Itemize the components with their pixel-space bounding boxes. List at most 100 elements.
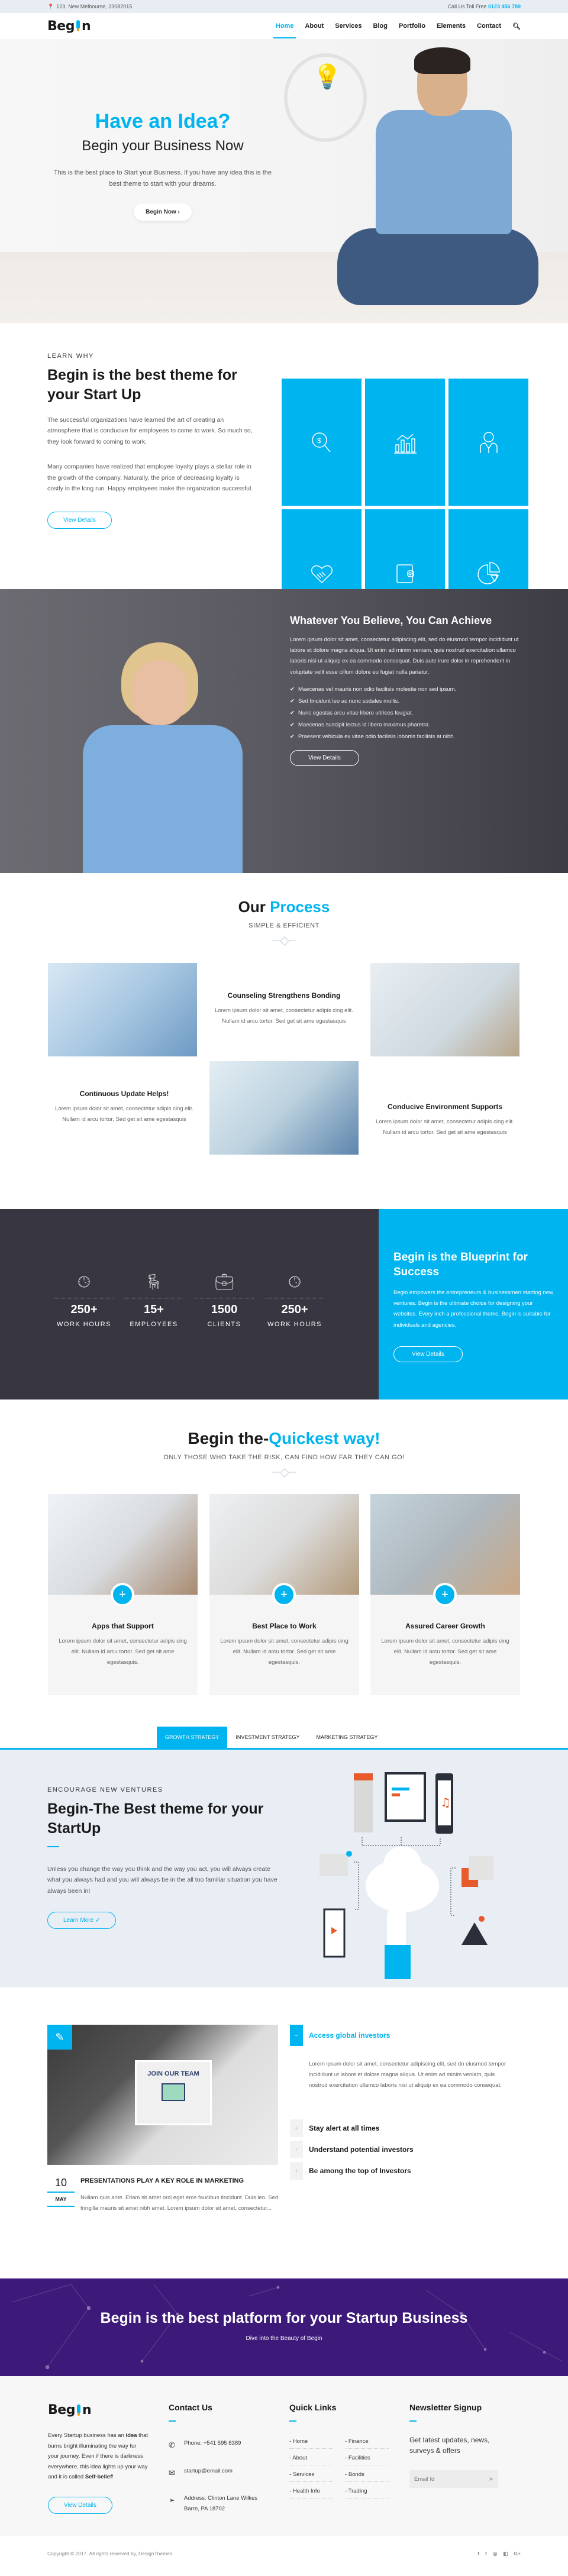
phone-icon: ✆: [169, 2441, 175, 2449]
accordion-item-understand-investors[interactable]: + Understand potential investors: [290, 2141, 515, 2159]
plus-button[interactable]: +: [111, 1583, 134, 1607]
paper-plane-icon: ➢: [169, 2496, 175, 2505]
check-icon: ✔: [290, 733, 295, 740]
divider-ornament: [272, 1469, 296, 1475]
svg-text:$: $: [317, 437, 321, 445]
process-item: Counseling Strengthens Bonding Lorem ips…: [215, 991, 353, 1025]
hero-text: Have an Idea? Begin your Business Now Th…: [53, 110, 272, 221]
nav-about[interactable]: About: [305, 22, 324, 30]
footer-about: Beg n Every Startup business has an idea …: [48, 2403, 149, 2514]
feature-card: + Apps that Support Lorem ipsum dolor si…: [48, 1494, 198, 1695]
plus-button[interactable]: +: [272, 1583, 296, 1607]
process-image-coffee: [370, 963, 519, 1056]
process-section: Our Process SIMPLE & EFFICIENT Counselin…: [0, 873, 568, 1209]
accordion: − Access global investors Lorem ipsum do…: [290, 2025, 515, 2183]
view-details-button[interactable]: View Details: [48, 2496, 112, 2514]
phone-link[interactable]: 0123 456 789: [488, 4, 521, 9]
nav-elements[interactable]: Elements: [437, 22, 466, 30]
footer-link-finance[interactable]: Finance: [345, 2435, 389, 2449]
accordion-item-stay-alert[interactable]: + Stay alert at all times: [290, 2119, 515, 2138]
begin-now-button[interactable]: Begin Now ›: [134, 203, 192, 221]
post-title[interactable]: PRESENTATIONS PLAY A KEY ROLE IN MARKETI…: [80, 2177, 279, 2184]
banner-title: Begin is the best platform for your Star…: [100, 2310, 468, 2326]
footer-logo[interactable]: Beg n: [48, 2403, 149, 2417]
stat-clients: 💼︎ 1500 CLIENTS: [195, 1273, 254, 1329]
section-subtitle: SIMPLE & EFFICIENT: [248, 922, 320, 929]
check-item: ✔ Sed tincidunt leo ac nunc sodales molli…: [290, 697, 400, 704]
newsletter-text: Get latest updates, news, surveys & offe…: [409, 2436, 490, 2455]
learn-why-section: LEARN WHY Begin is the best theme for yo…: [0, 323, 568, 636]
section-title: Begin is the best theme for your Start U…: [47, 367, 237, 403]
nav-portfolio[interactable]: Portfolio: [399, 22, 425, 30]
checklist: ✔ Maecenas vel mauris non odio facilisis …: [290, 686, 521, 740]
footer-phone[interactable]: Phone: +541 595 8389: [184, 2438, 241, 2453]
plus-icon[interactable]: +: [290, 2162, 303, 2180]
footer-link-home[interactable]: Home: [289, 2435, 333, 2449]
envelope-icon: ✉: [169, 2468, 175, 2477]
strategy-tabs: GROWTH STRATEGY INVESTMENT STRATEGY MARK…: [157, 1727, 386, 1748]
dollar-search-icon: $: [282, 379, 362, 506]
footer-link-health-info[interactable]: Health Info: [289, 2484, 333, 2499]
believe-section: Whatever You Believe, You Can Achieve Lo…: [0, 589, 568, 873]
minus-icon[interactable]: −: [290, 2025, 303, 2046]
email-input[interactable]: [414, 2475, 479, 2483]
footer-address: Address: Clinton Lane Wilkes Barre, PA 1…: [184, 2495, 258, 2513]
accordion-item-access-global-investors[interactable]: − Access global investors: [290, 2025, 515, 2046]
eyebrow: ENCOURAGE NEW VENTURES: [47, 1786, 163, 1793]
plus-button[interactable]: +: [433, 1583, 457, 1607]
view-details-button[interactable]: View Details: [290, 749, 359, 766]
view-details-button[interactable]: View Details: [47, 512, 112, 529]
toll-free: Call Us Toll Free 0123 456 789: [447, 4, 521, 9]
nav-contact[interactable]: Contact: [477, 22, 501, 30]
google-plus-icon[interactable]: G+: [514, 2551, 521, 2557]
office-chair-icon: 🪑︎: [144, 1273, 164, 1291]
edit-icon[interactable]: ✎: [47, 2025, 72, 2050]
twitter-icon[interactable]: t: [485, 2551, 487, 2557]
check-icon: ✔: [290, 709, 295, 716]
footer-email[interactable]: startup@email.com: [184, 2466, 233, 2481]
check-item: ✔ Maecenas suscipit lectus id libero maxi…: [290, 721, 430, 728]
view-details-button[interactable]: View Details: [393, 1346, 463, 1362]
eyebrow: LEARN WHY: [47, 353, 94, 360]
footer-link-bonds[interactable]: Bonds: [345, 2468, 389, 2482]
learn-more-button[interactable]: Learn More ➶: [47, 1912, 117, 1929]
nav-home[interactable]: Home: [273, 22, 296, 38]
tab-investment-strategy[interactable]: INVESTMENT STRATEGY: [227, 1727, 308, 1748]
card-image: [209, 1494, 359, 1595]
process-item: Continuous Update Helps! Lorem ipsum dol…: [55, 1090, 193, 1123]
footer-link-services[interactable]: Services: [289, 2468, 333, 2482]
post-excerpt: Nullam quis ante. Etiam sit amet orci eg…: [80, 2194, 279, 2212]
search-icon[interactable]: 🔍︎: [512, 22, 521, 30]
delicious-icon[interactable]: ◧: [503, 2551, 508, 2557]
tab-marketing-strategy[interactable]: MARKETING STRATEGY: [308, 1727, 386, 1748]
stat-employees: 🪑︎ 15+ EMPLOYEES: [124, 1273, 183, 1329]
tablet-graphic: JOIN OUR TEAM: [135, 2060, 212, 2125]
nav-blog[interactable]: Blog: [373, 22, 387, 30]
logo[interactable]: Beg n: [47, 19, 91, 34]
paragraph: Unless you change the way you think and …: [47, 1866, 277, 1895]
footer-link-about[interactable]: About: [289, 2451, 333, 2465]
accordion-body: Lorem ipsum dolor sit amet, consectetur …: [309, 2061, 506, 2089]
feature-card: + Assured Career Growth Lorem ipsum dolo…: [370, 1494, 520, 1695]
footer-quick-links: Quick Links Home Finance About Facilitie…: [289, 2403, 390, 2501]
stat-work-hours: 🕓︎ 250+ WORK HOURS: [54, 1273, 114, 1329]
facebook-icon[interactable]: f: [477, 2551, 479, 2557]
plus-icon[interactable]: +: [290, 2119, 303, 2138]
section-title: Whatever You Believe, You Can Achieve: [290, 615, 492, 626]
dribbble-icon[interactable]: ◎: [493, 2551, 497, 2557]
footer-link-trading[interactable]: Trading: [345, 2484, 389, 2499]
clock-icon: 🕓︎: [78, 1273, 91, 1291]
card-image: [48, 1494, 198, 1595]
banner-subtitle: Dive into the Beauty of Begin: [246, 2335, 322, 2342]
title-underline: [47, 1846, 59, 1847]
tab-growth-strategy[interactable]: GROWTH STRATEGY: [157, 1727, 228, 1748]
accordion-item-top-investors[interactable]: + Be among the top of Investors: [290, 2162, 515, 2180]
footer-about-text: Every Startup business has an idea that …: [48, 2432, 149, 2481]
footer-link-facilities[interactable]: Facilities: [345, 2451, 389, 2465]
strategy-tabs-bar: GROWTH STRATEGY INVESTMENT STRATEGY MARK…: [0, 1721, 568, 1750]
counters: 🕓︎ 250+ WORK HOURS 🪑︎ 15+ EMPLOYEES 💼︎ 1…: [0, 1209, 379, 1399]
footer: Beg n Every Startup business has an idea …: [0, 2376, 568, 2536]
plus-icon[interactable]: +: [290, 2141, 303, 2159]
send-icon[interactable]: ➤: [489, 2476, 493, 2483]
nav-services[interactable]: Services: [335, 22, 362, 30]
